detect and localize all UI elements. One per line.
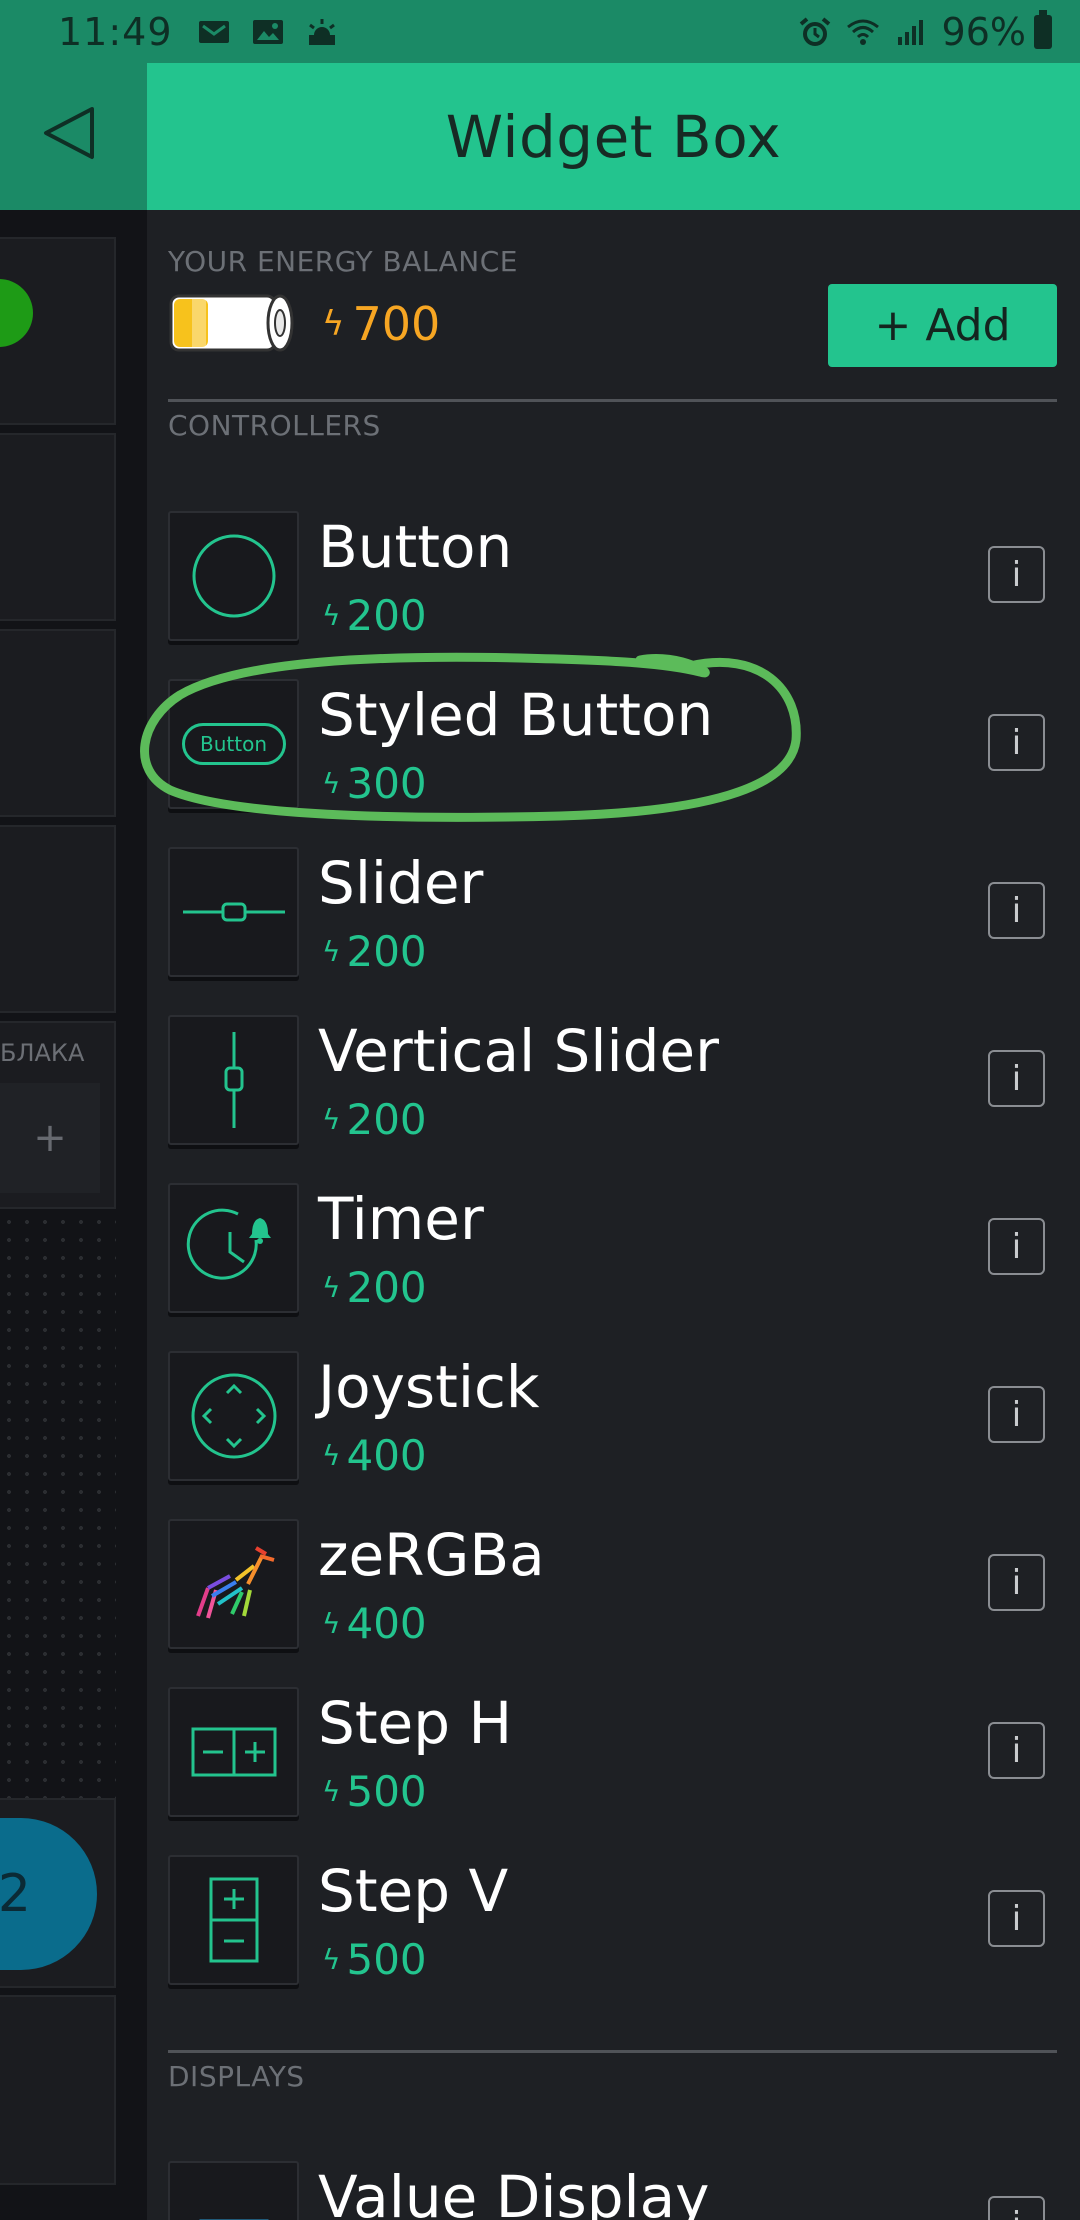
- app-screen: 11:49 96% БЛАКА + 32 Widget Box YOUR ENE…: [0, 0, 1080, 2220]
- styled-button-icon-label: Button: [181, 723, 286, 765]
- add-energy-button[interactable]: + Add: [828, 284, 1057, 367]
- info-button[interactable]: i: [988, 714, 1045, 771]
- battery-percent: 96%: [941, 9, 1026, 54]
- widget-name: Styled Button: [318, 681, 714, 749]
- widget-name: Step V: [318, 1857, 509, 1925]
- widget-price: ϟ 200: [322, 591, 427, 640]
- energy-battery-icon: [169, 294, 294, 352]
- widget-item-step-h[interactable]: Step H ϟ 500 i: [168, 1687, 1057, 1817]
- energy-amount: ϟ 700: [322, 297, 440, 351]
- background-tile: [0, 433, 116, 621]
- info-button[interactable]: i: [988, 882, 1045, 939]
- widget-price: ϟ 200: [322, 1263, 427, 1312]
- info-button[interactable]: i: [988, 1050, 1045, 1107]
- widget-item-slider[interactable]: Slider ϟ 200 i: [168, 847, 1057, 977]
- widget-name: Button: [318, 513, 513, 581]
- styled-button-icon: Button: [168, 679, 299, 809]
- widget-item-timer[interactable]: Timer ϟ 200 i: [168, 1183, 1057, 1313]
- background-app: БЛАКА + 32: [0, 63, 147, 2220]
- widget-item-value-display[interactable]: Value Display i: [168, 2161, 1057, 2220]
- background-label: БЛАКА: [0, 1039, 85, 1067]
- gmail-icon: [198, 20, 229, 43]
- slider-icon: [168, 847, 299, 977]
- background-tile: [0, 1995, 116, 2185]
- widget-box-drawer: Widget Box YOUR ENERGY BALANCE ϟ 700 + A…: [147, 63, 1080, 2220]
- info-button[interactable]: i: [988, 546, 1045, 603]
- battery-icon: [1034, 9, 1052, 49]
- signal-icon: [897, 19, 923, 45]
- energy-value: 700: [352, 297, 441, 351]
- section-label-displays: DISPLAYS: [168, 2060, 305, 2093]
- bolt-icon: ϟ: [322, 1103, 341, 1136]
- status-time: 11:49: [58, 9, 173, 54]
- weather-icon: [308, 18, 335, 45]
- background-grid: [0, 1213, 116, 1833]
- info-button[interactable]: i: [988, 2196, 1045, 2220]
- info-button[interactable]: i: [988, 1218, 1045, 1275]
- widget-item-styled-button[interactable]: Button Styled Button ϟ 300 i: [168, 679, 1057, 809]
- led-indicator: [0, 279, 33, 347]
- widget-price: ϟ 500: [322, 1767, 427, 1816]
- alarm-icon: [799, 16, 830, 46]
- widget-name: Joystick: [318, 1353, 540, 1421]
- wifi-icon: [846, 19, 879, 45]
- gallery-icon: [252, 19, 283, 44]
- circle-icon: [168, 511, 299, 641]
- drawer-title: Widget Box: [147, 63, 1080, 210]
- widget-price: ϟ 200: [322, 927, 427, 976]
- energy-balance-label: YOUR ENERGY BALANCE: [168, 245, 518, 278]
- bolt-icon: ϟ: [322, 1943, 341, 1976]
- background-tile: [0, 237, 116, 425]
- bolt-icon: ϟ: [322, 1775, 341, 1808]
- section-label-controllers: CONTROLLERS: [168, 409, 381, 442]
- bolt-icon: ϟ: [322, 1271, 341, 1304]
- widget-price: ϟ 400: [322, 1599, 427, 1648]
- widget-item-zergba[interactable]: zeRGBa ϟ 400 i: [168, 1519, 1057, 1649]
- info-button[interactable]: i: [988, 1722, 1045, 1779]
- vertical-slider-icon: [168, 1015, 299, 1145]
- energy-bolt-icon: ϟ: [322, 304, 345, 344]
- status-right: 96%: [798, 9, 1052, 54]
- joystick-icon: [168, 1351, 299, 1481]
- widget-name: Timer: [318, 1185, 484, 1253]
- timer-icon: [168, 1183, 299, 1313]
- widget-price: ϟ 400: [322, 1431, 427, 1480]
- info-button[interactable]: i: [988, 1386, 1045, 1443]
- widget-name: Slider: [318, 849, 484, 917]
- widget-name: Step H: [318, 1689, 513, 1757]
- back-triangle-icon[interactable]: [40, 103, 100, 163]
- widget-item-button[interactable]: Button ϟ 200 i: [168, 511, 1057, 641]
- background-add-tile[interactable]: +: [0, 1083, 100, 1193]
- info-button[interactable]: i: [988, 1890, 1045, 1947]
- zergba-icon: [168, 1519, 299, 1649]
- widget-price: ϟ 300: [322, 759, 427, 808]
- value-display-icon: [168, 2161, 299, 2220]
- widget-name: Vertical Slider: [318, 1017, 719, 1085]
- widget-price: ϟ 500: [322, 1935, 427, 1984]
- step-v-icon: [168, 1855, 299, 1985]
- widget-item-joystick[interactable]: Joystick ϟ 400 i: [168, 1351, 1057, 1481]
- background-tile: [0, 629, 116, 817]
- widget-name: zeRGBa: [318, 1521, 545, 1589]
- bolt-icon: ϟ: [322, 935, 341, 968]
- info-button[interactable]: i: [988, 1554, 1045, 1611]
- bolt-icon: ϟ: [322, 767, 341, 800]
- bolt-icon: ϟ: [322, 1439, 341, 1472]
- bolt-icon: ϟ: [322, 1607, 341, 1640]
- status-bar: 11:49 96%: [0, 0, 1080, 63]
- widget-item-step-v[interactable]: Step V ϟ 500 i: [168, 1855, 1057, 1985]
- divider: [168, 2050, 1057, 2053]
- background-tile: [0, 825, 116, 1013]
- background-header: [0, 63, 147, 210]
- step-h-icon: [168, 1687, 299, 1817]
- widget-price: ϟ 200: [322, 1095, 427, 1144]
- widget-item-vertical-slider[interactable]: Vertical Slider ϟ 200 i: [168, 1015, 1057, 1145]
- bolt-icon: ϟ: [322, 599, 341, 632]
- divider: [168, 399, 1057, 402]
- widget-name: Value Display: [318, 2163, 710, 2220]
